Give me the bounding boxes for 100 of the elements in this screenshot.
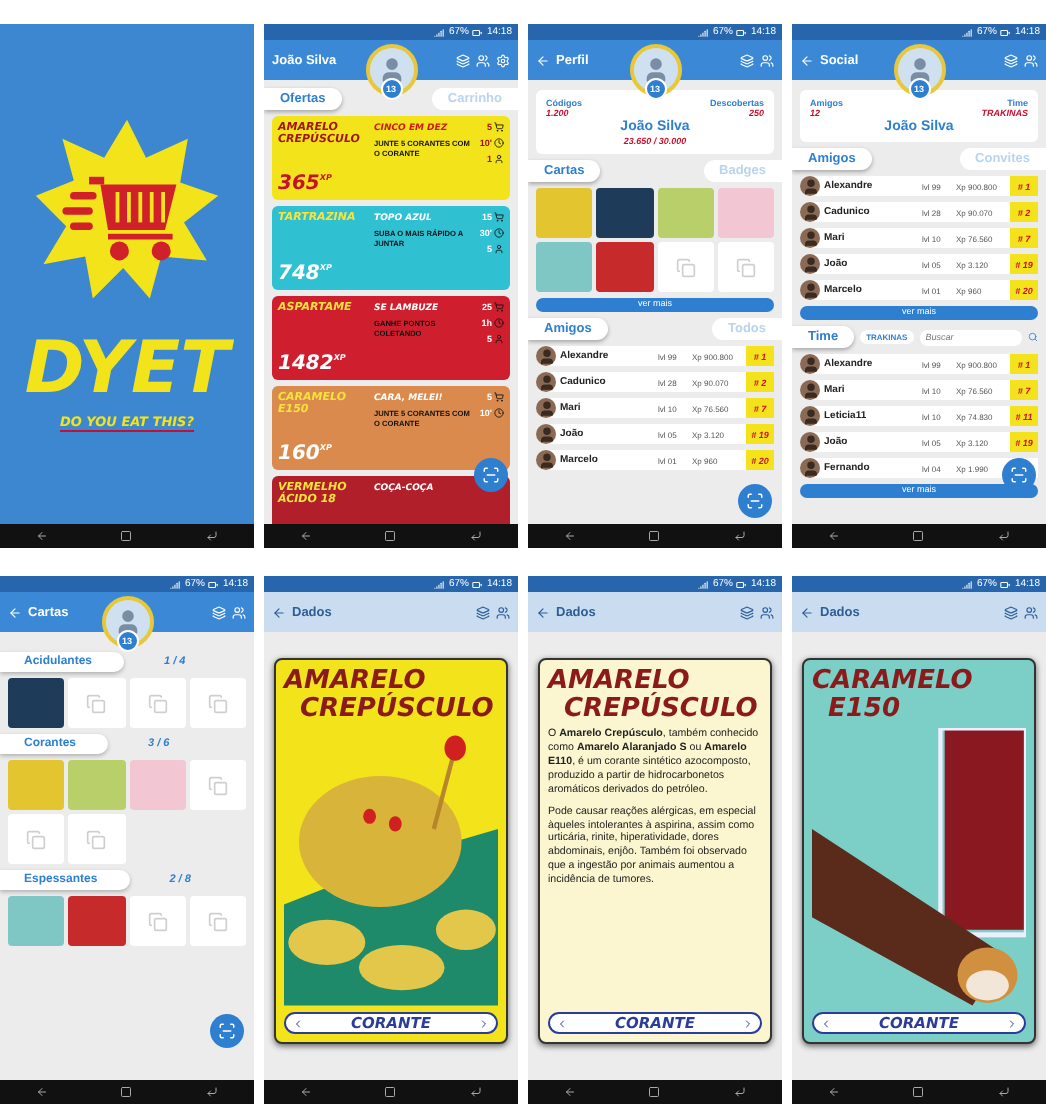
- people-icon[interactable]: [760, 605, 774, 619]
- card-icon: [86, 829, 107, 849]
- people-icon[interactable]: [1024, 53, 1038, 67]
- card-icon: [26, 829, 47, 849]
- card-title: AMARELO CREPÚSCULO: [548, 668, 760, 723]
- back-icon[interactable]: [564, 530, 577, 542]
- scan-icon: [746, 492, 764, 510]
- search-icon[interactable]: [1028, 332, 1038, 342]
- recent-apps-icon[interactable]: [733, 1086, 746, 1098]
- avatar: [800, 432, 820, 452]
- person-icon: [494, 334, 504, 344]
- home-icon[interactable]: [648, 1086, 661, 1098]
- recent-apps-icon[interactable]: [997, 1086, 1010, 1098]
- battery-icon: [736, 27, 747, 37]
- cart-icon: [494, 392, 504, 402]
- home-icon[interactable]: [648, 530, 661, 542]
- signal-icon: [698, 579, 709, 589]
- home-icon[interactable]: [384, 1086, 397, 1098]
- card-icon: [207, 775, 228, 795]
- card-title: CARAMELO E150: [812, 668, 975, 723]
- back-icon[interactable]: [828, 530, 841, 542]
- scan-button[interactable]: [210, 1014, 244, 1048]
- card-artwork[interactable]: [8, 678, 65, 728]
- signal-icon: [434, 27, 445, 37]
- person-silhouette-icon: [377, 56, 405, 84]
- card-title: AMARELO CREPÚSCULO: [284, 668, 496, 723]
- battery-icon: [1000, 579, 1011, 589]
- battery-icon: [472, 27, 483, 37]
- home-icon[interactable]: [120, 1086, 133, 1098]
- clock-icon: [494, 228, 504, 238]
- clock-icon: [494, 138, 504, 148]
- back-icon[interactable]: [36, 530, 49, 542]
- back-arrow-icon[interactable]: [8, 605, 22, 619]
- cart-icon: [494, 212, 504, 222]
- card-icon: [675, 257, 696, 277]
- card-icon: [86, 693, 107, 713]
- back-icon[interactable]: [828, 1086, 841, 1098]
- signal-icon: [962, 27, 973, 37]
- people-icon[interactable]: [476, 53, 490, 67]
- cards-icon[interactable]: [476, 605, 490, 619]
- cart-icon: [494, 302, 504, 312]
- battery-icon: [472, 579, 483, 589]
- back-icon[interactable]: [300, 530, 313, 542]
- card-icon: [147, 693, 168, 713]
- home-icon[interactable]: [384, 530, 397, 542]
- people-icon[interactable]: [232, 605, 246, 619]
- avatar: [536, 424, 556, 444]
- cards-icon[interactable]: [740, 53, 754, 67]
- recent-apps-icon[interactable]: [997, 530, 1010, 542]
- avatar: [536, 450, 556, 470]
- card-icon: [207, 693, 228, 713]
- recent-apps-icon[interactable]: [733, 530, 746, 542]
- avatar: [536, 372, 556, 392]
- avatar: [800, 380, 820, 400]
- back-arrow-icon[interactable]: [800, 53, 814, 67]
- settings-icon[interactable]: [496, 53, 510, 67]
- cards-icon[interactable]: [740, 605, 754, 619]
- card-icon: [735, 257, 756, 277]
- recent-apps-icon[interactable]: [469, 530, 482, 542]
- back-arrow-icon[interactable]: [272, 605, 286, 619]
- back-arrow-icon[interactable]: [536, 53, 550, 67]
- people-icon[interactable]: [496, 605, 510, 619]
- people-icon[interactable]: [760, 53, 774, 67]
- person-silhouette-icon: [905, 56, 933, 84]
- back-icon[interactable]: [36, 1086, 49, 1098]
- clock-icon: [494, 318, 504, 328]
- home-icon[interactable]: [912, 530, 925, 542]
- scan-icon: [1010, 466, 1028, 484]
- avatar: [800, 176, 820, 196]
- people-icon[interactable]: [1024, 605, 1038, 619]
- battery-icon: [736, 579, 747, 589]
- avatar: [800, 354, 820, 374]
- recent-apps-icon[interactable]: [469, 1086, 482, 1098]
- cards-icon[interactable]: [1004, 605, 1018, 619]
- card-icon: [147, 911, 168, 931]
- avatar: [800, 458, 820, 478]
- battery-icon: [1000, 27, 1011, 37]
- brand-name: DYET: [24, 334, 230, 406]
- scan-icon: [482, 466, 500, 484]
- recent-apps-icon[interactable]: [205, 530, 218, 542]
- home-icon[interactable]: [120, 530, 133, 542]
- scan-icon: [218, 1022, 236, 1040]
- person-icon: [494, 244, 504, 254]
- person-silhouette-icon: [641, 56, 669, 84]
- cards-icon[interactable]: [1004, 53, 1018, 67]
- back-icon[interactable]: [300, 1086, 313, 1098]
- avatar: [536, 398, 556, 418]
- cards-icon[interactable]: [212, 605, 226, 619]
- avatar: [800, 254, 820, 274]
- home-icon[interactable]: [912, 1086, 925, 1098]
- cart-icon: [494, 122, 504, 132]
- person-icon: [494, 154, 504, 164]
- recent-apps-icon[interactable]: [205, 1086, 218, 1098]
- avatar: [800, 280, 820, 300]
- back-arrow-icon[interactable]: [800, 605, 814, 619]
- back-icon[interactable]: [564, 1086, 577, 1098]
- cards-icon[interactable]: [456, 53, 470, 67]
- back-arrow-icon[interactable]: [536, 605, 550, 619]
- signal-icon: [962, 579, 973, 589]
- scan-button[interactable]: [738, 484, 772, 518]
